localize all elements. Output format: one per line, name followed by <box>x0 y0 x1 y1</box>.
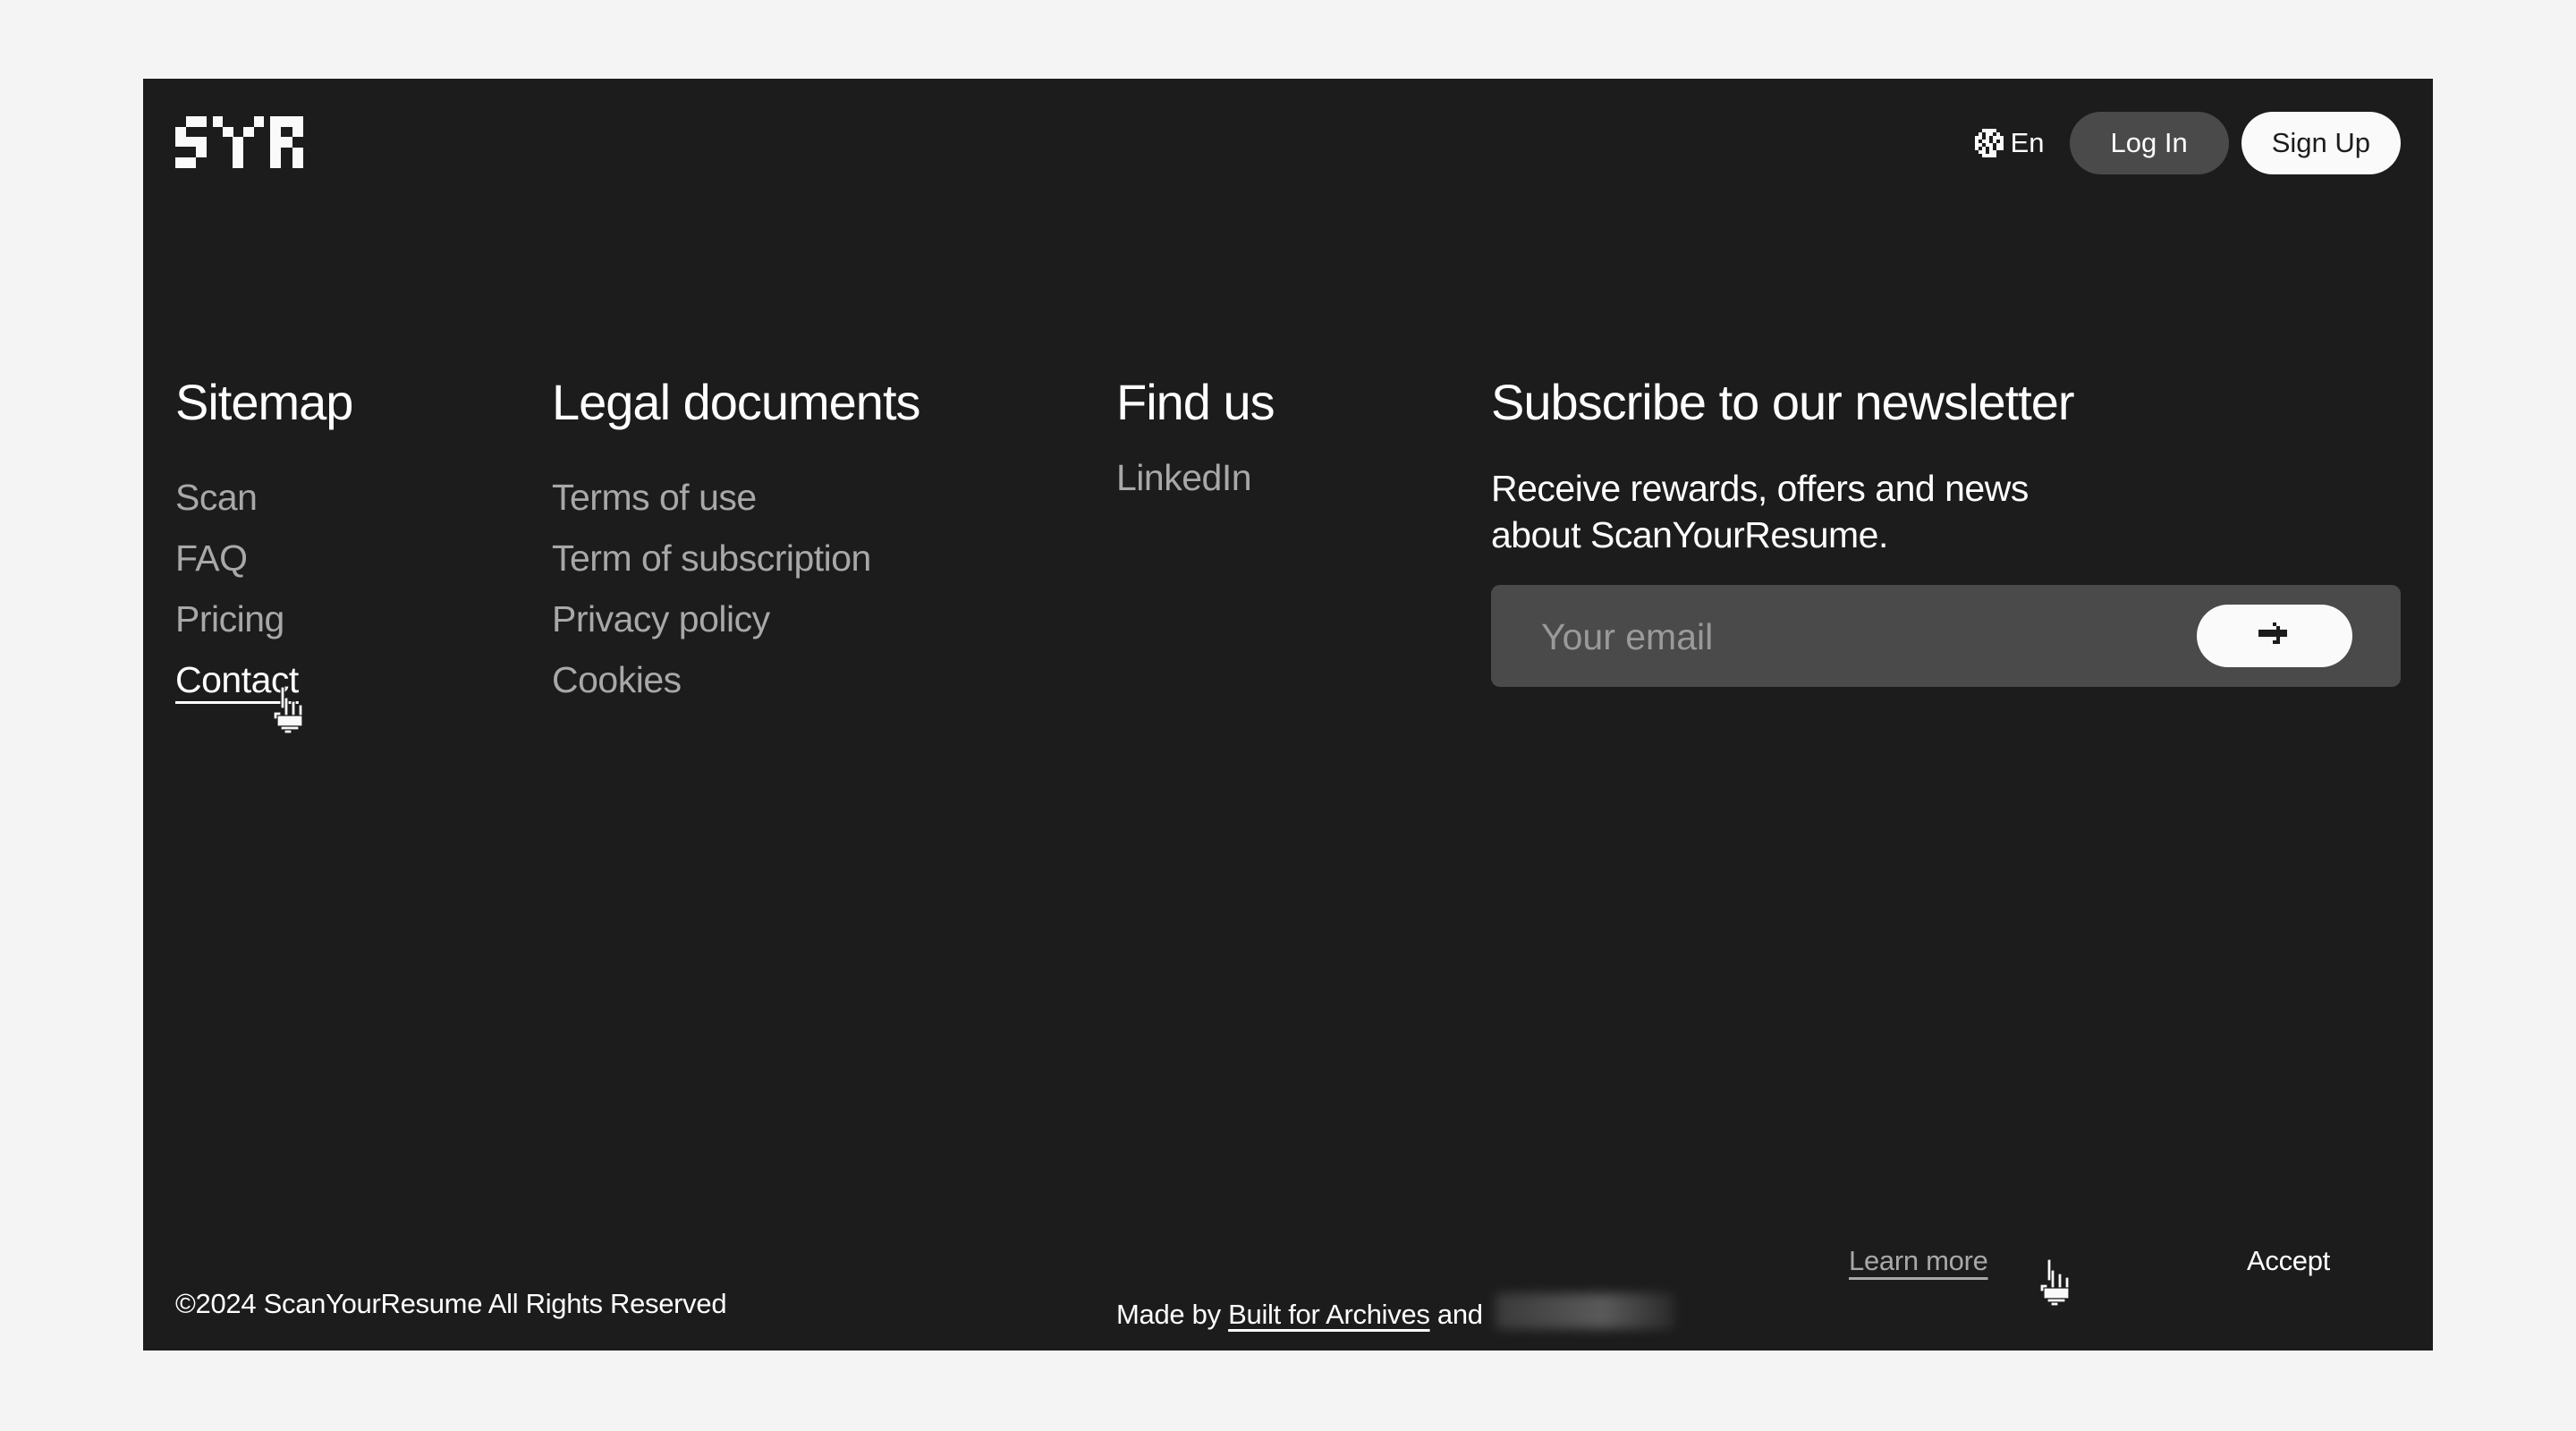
language-selector[interactable]: En <box>1974 127 2045 159</box>
arrow-right-icon <box>2258 619 2291 654</box>
accept-cookies-button[interactable]: Accept <box>2247 1245 2330 1277</box>
legal-item-cookies[interactable]: Cookies <box>552 649 920 710</box>
header-actions: En Log In Sign Up <box>1974 111 2401 175</box>
learn-more-link[interactable]: Learn more <box>1849 1245 1988 1277</box>
language-label: En <box>2010 127 2045 158</box>
syr-logo[interactable] <box>175 116 303 168</box>
made-by-conjunction: and <box>1429 1299 1491 1330</box>
legal-heading: Legal documents <box>552 374 921 430</box>
legal-link-term-of-subscription[interactable]: Term of subscription <box>552 538 871 579</box>
linkedin-link[interactable]: LinkedIn <box>1116 457 1252 498</box>
find-us-item-linkedin[interactable]: LinkedIn <box>1116 447 1275 508</box>
sitemap-item-scan[interactable]: Scan <box>175 467 352 528</box>
legal-item-subscription[interactable]: Term of subscription <box>552 528 920 588</box>
legal-item-privacy[interactable]: Privacy policy <box>552 588 920 649</box>
legal-link-terms-of-use[interactable]: Terms of use <box>552 477 757 518</box>
sitemap-link-faq[interactable]: FAQ <box>175 538 248 579</box>
copyright-text: ©2024 ScanYourResume All Rights Reserved <box>175 1288 727 1319</box>
find-us-heading: Find us <box>1116 374 1275 430</box>
email-input[interactable] <box>1539 585 2169 690</box>
sitemap-item-pricing[interactable]: Pricing <box>175 588 352 649</box>
footer-panel: En Log In Sign Up Sitemap Scan FAQ Prici… <box>143 79 2433 1351</box>
sitemap-list: Scan FAQ Pricing Contact <box>175 467 352 710</box>
legal-list: Terms of use Term of subscription Privac… <box>552 467 920 710</box>
newsletter-heading: Subscribe to our newsletter <box>1491 374 2075 430</box>
sitemap-heading: Sitemap <box>175 374 353 430</box>
built-for-archives-link[interactable]: Built for Archives <box>1228 1299 1430 1331</box>
cookie-banner: Learn more Accept <box>1491 1225 2401 1324</box>
newsletter-description: Receive rewards, offers and news about S… <box>1491 468 2029 556</box>
legal-item-terms[interactable]: Terms of use <box>552 467 920 528</box>
made-by-prefix: Made by <box>1116 1299 1229 1330</box>
logo-pixel-glyphs <box>175 116 303 168</box>
find-us-list: LinkedIn <box>1116 447 1275 508</box>
login-button[interactable]: Log In <box>2069 112 2229 174</box>
hand-cursor-icon <box>2037 1258 2072 1310</box>
legal-column: Legal documents Terms of use Term of sub… <box>552 374 921 710</box>
hand-cursor-icon <box>270 686 306 738</box>
sitemap-column: Sitemap Scan FAQ Pricing Contact <box>175 374 353 710</box>
newsletter-column: Subscribe to our newsletter Receive rewa… <box>1491 374 2401 690</box>
signup-button[interactable]: Sign Up <box>2241 112 2401 174</box>
sitemap-item-faq[interactable]: FAQ <box>175 528 352 588</box>
newsletter-form <box>1491 585 2401 690</box>
sitemap-link-pricing[interactable]: Pricing <box>175 598 284 639</box>
sitemap-item-contact[interactable]: Contact <box>175 649 352 710</box>
find-us-column: Find us LinkedIn <box>1116 374 1275 508</box>
legal-link-privacy-policy[interactable]: Privacy policy <box>552 598 770 639</box>
globe-icon <box>1974 129 2004 157</box>
legal-link-cookies[interactable]: Cookies <box>552 659 682 700</box>
newsletter-submit-button[interactable] <box>2197 605 2352 668</box>
sitemap-link-scan[interactable]: Scan <box>175 477 258 518</box>
